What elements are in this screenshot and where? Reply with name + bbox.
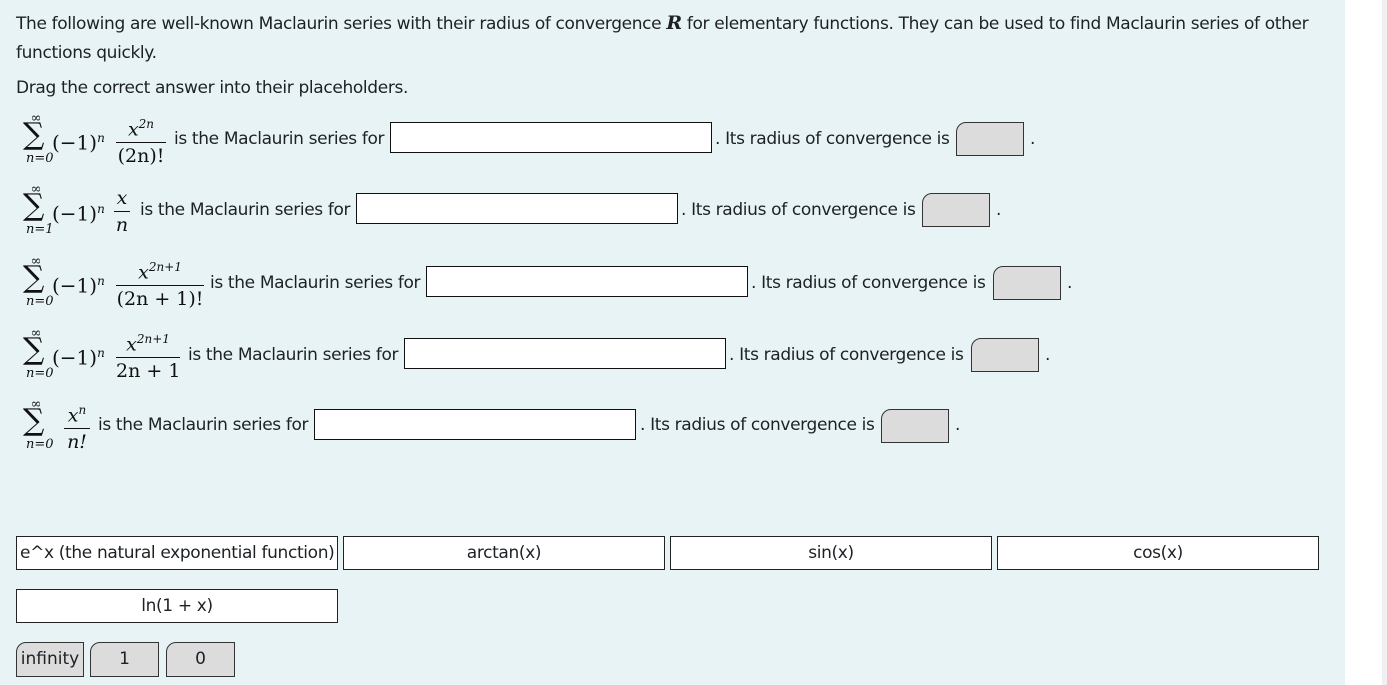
fraction: xn n! — [64, 399, 90, 453]
drag-choice-ln[interactable]: ln(1 + x) — [16, 589, 338, 623]
instruction-text: Drag the correct answer into their place… — [16, 78, 409, 98]
fraction: x2n+1 (2n + 1)! — [116, 256, 204, 310]
scrollbar-track[interactable] — [1382, 0, 1387, 685]
function-dropzone-4[interactable] — [404, 338, 726, 369]
function-dropzone-1[interactable] — [390, 122, 712, 153]
drag-radius-one[interactable]: 1 — [90, 642, 159, 677]
radius-phrase: . Its radius of convergence is — [681, 200, 916, 220]
sign-factor: (−1)n — [52, 130, 105, 155]
function-dropzone-3[interactable] — [426, 266, 748, 297]
sigma-symbol: ∑ — [23, 117, 45, 152]
denominator: n! — [67, 431, 87, 454]
fraction: x2n (2n)! — [116, 113, 166, 167]
sigma-symbol: ∑ — [23, 332, 45, 367]
denominator: (2n + 1)! — [116, 288, 204, 311]
fraction-bar — [116, 142, 166, 144]
radius-dropzone-5[interactable] — [881, 409, 949, 443]
sigma-symbol: ∑ — [23, 403, 45, 438]
function-dropzone-5[interactable] — [314, 409, 636, 440]
radius-dropzone-3[interactable] — [993, 266, 1061, 300]
sentence-end: . — [996, 200, 1002, 220]
fraction-bar — [116, 285, 204, 287]
sentence-end: . — [1030, 129, 1036, 149]
radius-dropzone-2[interactable] — [922, 193, 990, 227]
drag-radius-infinity[interactable]: infinity — [16, 642, 84, 677]
sum-lower: n=1 — [26, 222, 54, 237]
function-dropzone-2[interactable] — [356, 193, 678, 224]
sigma-symbol: ∑ — [23, 260, 45, 295]
sum-lower: n=0 — [26, 294, 54, 309]
drag-choice-cos[interactable]: cos(x) — [997, 536, 1319, 570]
radius-symbol: R — [666, 12, 682, 34]
radius-phrase: . Its radius of convergence is — [729, 345, 964, 365]
fraction: x n — [114, 187, 130, 236]
sentence-end: . — [955, 415, 961, 435]
drag-choice-sin[interactable]: sin(x) — [670, 536, 992, 570]
question-intro: The following are well-known Maclaurin s… — [16, 9, 1336, 68]
fraction-bar — [64, 428, 90, 430]
numerator: x2n — [127, 117, 155, 141]
fraction-bar — [116, 357, 180, 359]
sign-factor: (−1)n — [52, 345, 105, 370]
sum-lower: n=0 — [26, 151, 54, 166]
fraction: x2n+1 2n + 1 — [116, 328, 180, 382]
series-phrase: is the Maclaurin series for — [174, 129, 385, 149]
drag-choice-exp[interactable]: e^x (the natural exponential function) — [16, 536, 338, 570]
numerator: x2n+1 — [138, 260, 182, 284]
radius-dropzone-1[interactable] — [956, 122, 1024, 156]
numerator: x — [116, 187, 128, 209]
denominator: (2n)! — [117, 145, 165, 168]
denominator: 2n + 1 — [116, 360, 181, 383]
drag-radius-zero[interactable]: 0 — [166, 642, 235, 677]
sentence-end: . — [1045, 345, 1051, 365]
radius-phrase: . Its radius of convergence is — [715, 129, 950, 149]
sum-lower: n=0 — [26, 366, 54, 381]
radius-dropzone-4[interactable] — [971, 338, 1039, 372]
sentence-end: . — [1067, 273, 1073, 293]
sum-lower: n=0 — [26, 437, 54, 452]
intro-text: The following are well-known Maclaurin s… — [16, 14, 667, 34]
series-phrase: is the Maclaurin series for — [188, 345, 399, 365]
radius-phrase: . Its radius of convergence is — [640, 415, 875, 435]
numerator: xn — [67, 403, 87, 427]
fraction-bar — [114, 211, 130, 212]
series-phrase: is the Maclaurin series for — [210, 273, 421, 293]
denominator: n — [115, 214, 129, 236]
drag-choice-arctan[interactable]: arctan(x) — [343, 536, 665, 570]
series-phrase: is the Maclaurin series for — [140, 200, 351, 220]
radius-phrase: . Its radius of convergence is — [751, 273, 986, 293]
sign-factor: (−1)n — [52, 201, 105, 226]
sigma-symbol: ∑ — [23, 188, 45, 223]
series-phrase: is the Maclaurin series for — [98, 415, 309, 435]
numerator: x2n+1 — [126, 332, 170, 356]
sign-factor: (−1)n — [52, 273, 105, 298]
